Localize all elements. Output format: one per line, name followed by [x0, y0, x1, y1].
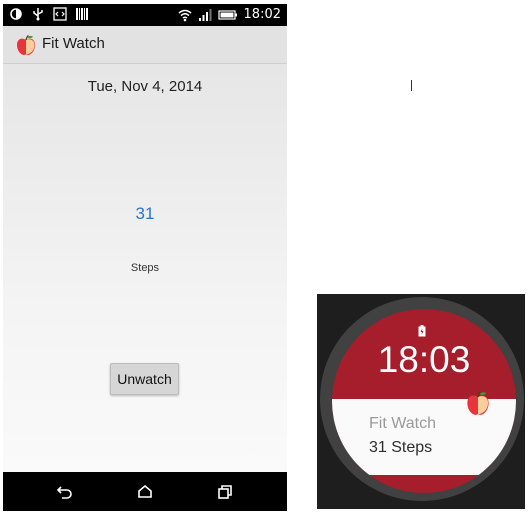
apple-icon — [467, 391, 489, 415]
usb-icon — [33, 8, 43, 21]
watch-preview: 18:03 Fit Watch 31 Steps — [317, 294, 525, 509]
code-icon — [53, 7, 67, 21]
watch-time: 18:03 — [377, 339, 471, 380]
unwatch-button[interactable]: Unwatch — [110, 363, 179, 395]
barcode-icon — [76, 8, 88, 20]
apple-icon — [17, 34, 35, 55]
action-bar: Fit Watch — [3, 26, 287, 64]
signal-icon — [198, 9, 212, 21]
battery-charging-icon — [418, 325, 426, 337]
phone-screen: 18:02 Fit Watch Tue, Nov 4, 2014 31 Step… — [3, 4, 287, 511]
back-icon[interactable] — [53, 480, 77, 504]
date-label: Tue, Nov 4, 2014 — [87, 78, 203, 95]
recents-icon[interactable] — [213, 480, 237, 504]
status-time: 18:02 — [243, 7, 281, 22]
wifi-icon — [178, 9, 192, 22]
notification-icon — [10, 8, 22, 20]
steps-count: 31 — [135, 204, 155, 223]
watch-face: 18:03 Fit Watch 31 Steps — [332, 309, 516, 493]
home-icon[interactable] — [133, 480, 157, 504]
watch-steps-text: 31 Steps — [369, 439, 433, 456]
status-bar: 18:02 — [3, 4, 287, 26]
battery-icon — [217, 10, 237, 20]
app-title: Fit Watch — [42, 35, 105, 52]
text-cursor — [411, 80, 412, 91]
navigation-bar — [3, 472, 287, 511]
steps-label: Steps — [130, 262, 160, 274]
watch-bezel: 18:03 Fit Watch 31 Steps — [320, 297, 524, 501]
main-content: Tue, Nov 4, 2014 31 Steps Unwatch — [3, 64, 287, 472]
watch-app-name: Fit Watch — [369, 415, 436, 432]
